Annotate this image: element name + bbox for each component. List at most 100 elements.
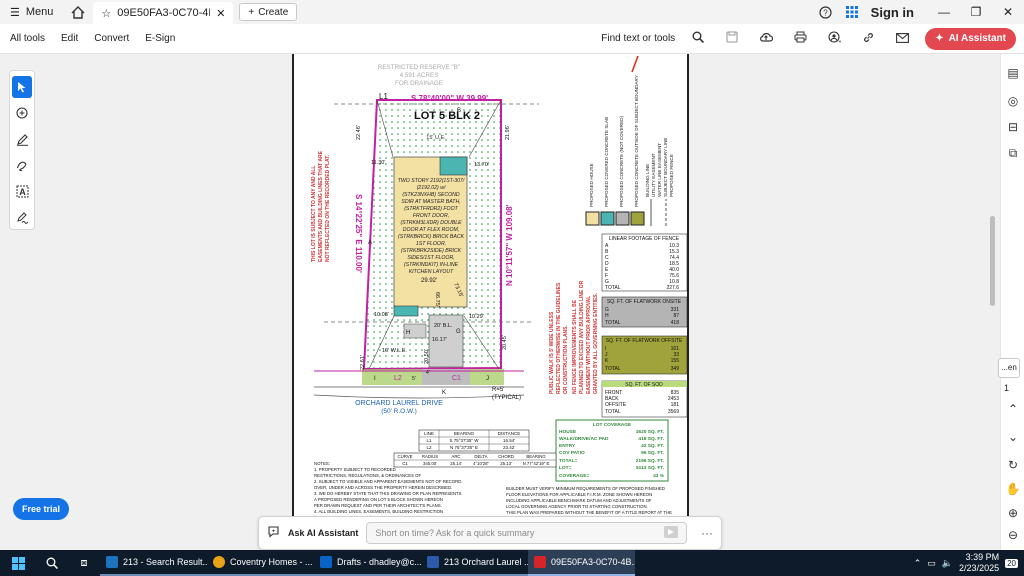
system-clock[interactable]: 3:39 PM 2/23/2025 <box>959 552 999 574</box>
close-window-icon[interactable]: ✕ <box>992 5 1024 19</box>
builder-note-3: LOCAL GOVERNING AGENCY PRIOR TO STARTING… <box>506 504 648 509</box>
create-button[interactable]: + Create <box>239 3 298 21</box>
share-user-icon[interactable]: + <box>819 30 849 47</box>
document-tab[interactable]: ☆ 09E50FA3-0C70-4B8B-9... ✕ <box>93 2 234 24</box>
ai-assistant-button[interactable]: ✦ AI Assistant <box>925 27 1016 50</box>
ai-assistant-label: AI Assistant <box>948 33 1006 44</box>
dim-22-46: 22.46' <box>356 125 362 140</box>
find-text-label[interactable]: Find text or tools <box>601 33 675 44</box>
upload-cloud-icon[interactable] <box>751 31 781 46</box>
send-icon[interactable] <box>664 526 678 540</box>
scroll-down-icon[interactable]: ⌄ <box>1003 430 1023 444</box>
scrollbar-thumb[interactable] <box>990 216 995 306</box>
cov-row-0-key: HOUSE <box>559 429 577 435</box>
vertical-scrollbar[interactable] <box>988 56 996 546</box>
windows-start-icon[interactable] <box>0 556 36 570</box>
page-number-label: 1 <box>1004 383 1010 393</box>
search-taskbar-icon[interactable] <box>36 557 68 569</box>
chevron-up-icon[interactable]: ⌃ <box>914 558 922 569</box>
legend-label-6: WATER LINE EASEMENT <box>657 143 662 197</box>
taskbar-app-outlook[interactable]: Drafts - dhadley@c... <box>314 550 421 576</box>
restore-icon[interactable]: ❐ <box>960 5 992 19</box>
taskbar-app-chrome[interactable]: Coventry Homes - ... <box>207 550 314 576</box>
legend-label-3: PROPOSED CONCRETE OUTSIDE OF SUBJECT BOU… <box>634 75 639 207</box>
comment-panel-icon[interactable]: ▤ <box>1003 66 1023 80</box>
house-text-1: (2192.02) w/ <box>417 185 446 191</box>
taskbar-app-label-3: 213 Orchard Laurel ... <box>444 557 528 567</box>
page-number-input[interactable]: ...en <box>998 358 1020 378</box>
zoom-in-icon[interactable]: ⊕ <box>1003 506 1023 520</box>
note-8: 4. ALL BUILDING LINES, EASEMENTS, BUILDI… <box>314 509 443 514</box>
lot-coverage-table: LOT COVERAGE HOUSE 1620 SQ. FT. WALK/DRIV… <box>555 419 669 482</box>
highlight-pen-icon[interactable] <box>12 128 32 150</box>
fence-note-3: EASEMENT WITHOUT PRIOR APPROVAL <box>586 296 592 394</box>
email-icon[interactable] <box>887 31 917 46</box>
network-icon[interactable]: ▭ <box>927 558 936 569</box>
taskbar-app-word[interactable]: 213 Orchard Laurel ... <box>421 550 528 576</box>
label-b: B <box>457 108 461 114</box>
fill-sign-icon[interactable] <box>12 206 32 228</box>
save-icon[interactable] <box>717 31 747 46</box>
help-icon[interactable]: ? <box>813 5 839 19</box>
bookmark-icon[interactable]: ⊟ <box>1003 120 1023 134</box>
left-note-2: EASEMENTS AND BUILDING LINES THAT ARE <box>318 150 324 262</box>
notification-badge[interactable]: 20 <box>1005 558 1018 568</box>
curve-h-0: CURVE <box>398 454 413 459</box>
draw-freehand-icon[interactable] <box>12 154 32 176</box>
text-box-icon[interactable]: A <box>12 180 32 202</box>
scroll-up-icon[interactable]: ⌃ <box>1003 402 1023 416</box>
ask-ai-input[interactable]: Short on time? Ask for a quick summary <box>366 522 687 544</box>
more-options-icon[interactable]: ··· <box>701 526 713 540</box>
add-comment-icon[interactable] <box>12 102 32 124</box>
line-r1-c0: L2 <box>426 445 432 450</box>
sod-title: SQ. FT. OF SOD <box>625 382 663 388</box>
star-icon[interactable]: ☆ <box>101 7 111 20</box>
link-icon[interactable] <box>853 31 883 47</box>
line-h-0: LINE <box>424 431 434 436</box>
dim-11-30: 11.30' <box>371 160 385 166</box>
task-view-icon[interactable]: ⧈ <box>68 557 100 570</box>
fence-note-1: NO FENCE IMPROVEMENTS SHALL BE <box>572 299 578 394</box>
cov-row-4-key: TOTAL= <box>559 458 578 464</box>
builder-note-0: BUILDER MUST VERIFY MINIMUM REQUIREMENTS… <box>506 486 665 491</box>
legend-label-2: PROPOSED CONCRETE (NOT COVERED) <box>619 115 624 207</box>
taskbar-app-files[interactable]: 213 - Search Result... <box>100 550 207 576</box>
tab-title: 09E50FA3-0C70-4B8B-9... <box>117 7 210 19</box>
windows-taskbar: ⧈ 213 - Search Result... Coventry Homes … <box>0 550 1024 576</box>
pages-icon[interactable]: ⧉ <box>1003 146 1023 161</box>
speaker-icon[interactable]: 🔈 <box>942 558 953 569</box>
free-trial-button[interactable]: Free trial <box>13 498 69 520</box>
note-0: NOTES: <box>314 461 330 466</box>
print-icon[interactable] <box>785 31 815 46</box>
svg-text:+: + <box>838 39 841 44</box>
menu-button[interactable]: ☰ Menu <box>0 0 63 24</box>
zoom-out-icon[interactable]: ⊖ <box>1003 528 1023 542</box>
left-note-1: THIS LOT IS SUBJECT TO ANY AND ALL <box>311 166 317 263</box>
house-text-8: (STRKBRICK) BRICK BACK <box>398 234 465 240</box>
rotate-icon[interactable]: ↻ <box>1003 458 1023 472</box>
ai-chat-icon[interactable]: ◎ <box>1003 94 1023 108</box>
close-tab-icon[interactable]: ✕ <box>216 7 225 20</box>
builder-note-2: INCLUDING APPLICABLE BENCHMARK DATUM AND… <box>506 498 652 503</box>
sign-in-button[interactable]: Sign in <box>865 5 928 20</box>
dim-4: 4' <box>426 370 430 376</box>
right-rail: ▤ ◎ ⊟ ⧉ ⌃ ⌄ ↻ ✋ ⊕ ⊖ <box>1000 54 1024 550</box>
reserve-line-1: RESTRICTED RESERVE "B" <box>378 64 460 71</box>
taskbar-app-acrobat[interactable]: 09E50FA3-0C70-4B... <box>528 550 635 576</box>
fence-table-title: LINEAR FOOTAGE OF FENCE <box>609 236 680 242</box>
tool-e-sign[interactable]: E-Sign <box>137 33 183 44</box>
search-icon[interactable] <box>683 31 713 46</box>
hand-tool-icon[interactable]: ✋ <box>1003 482 1023 496</box>
house-text-10: (STRKBRK2SIDE) BRICK <box>401 248 462 254</box>
house-text-6: (STRKM3LXDR) DOUBLE <box>400 220 462 226</box>
covered-slab-front <box>393 305 419 317</box>
minimize-icon[interactable]: — <box>928 5 960 19</box>
tool-all-tools[interactable]: All tools <box>0 33 53 44</box>
home-icon[interactable] <box>63 0 93 24</box>
tool-convert[interactable]: Convert <box>86 33 137 44</box>
tool-edit[interactable]: Edit <box>53 33 86 44</box>
select-cursor-icon[interactable] <box>12 76 32 98</box>
onsite-row-1-val: 87 <box>673 313 679 319</box>
chrome-icon <box>213 556 225 568</box>
apps-grid-icon[interactable] <box>839 6 865 18</box>
